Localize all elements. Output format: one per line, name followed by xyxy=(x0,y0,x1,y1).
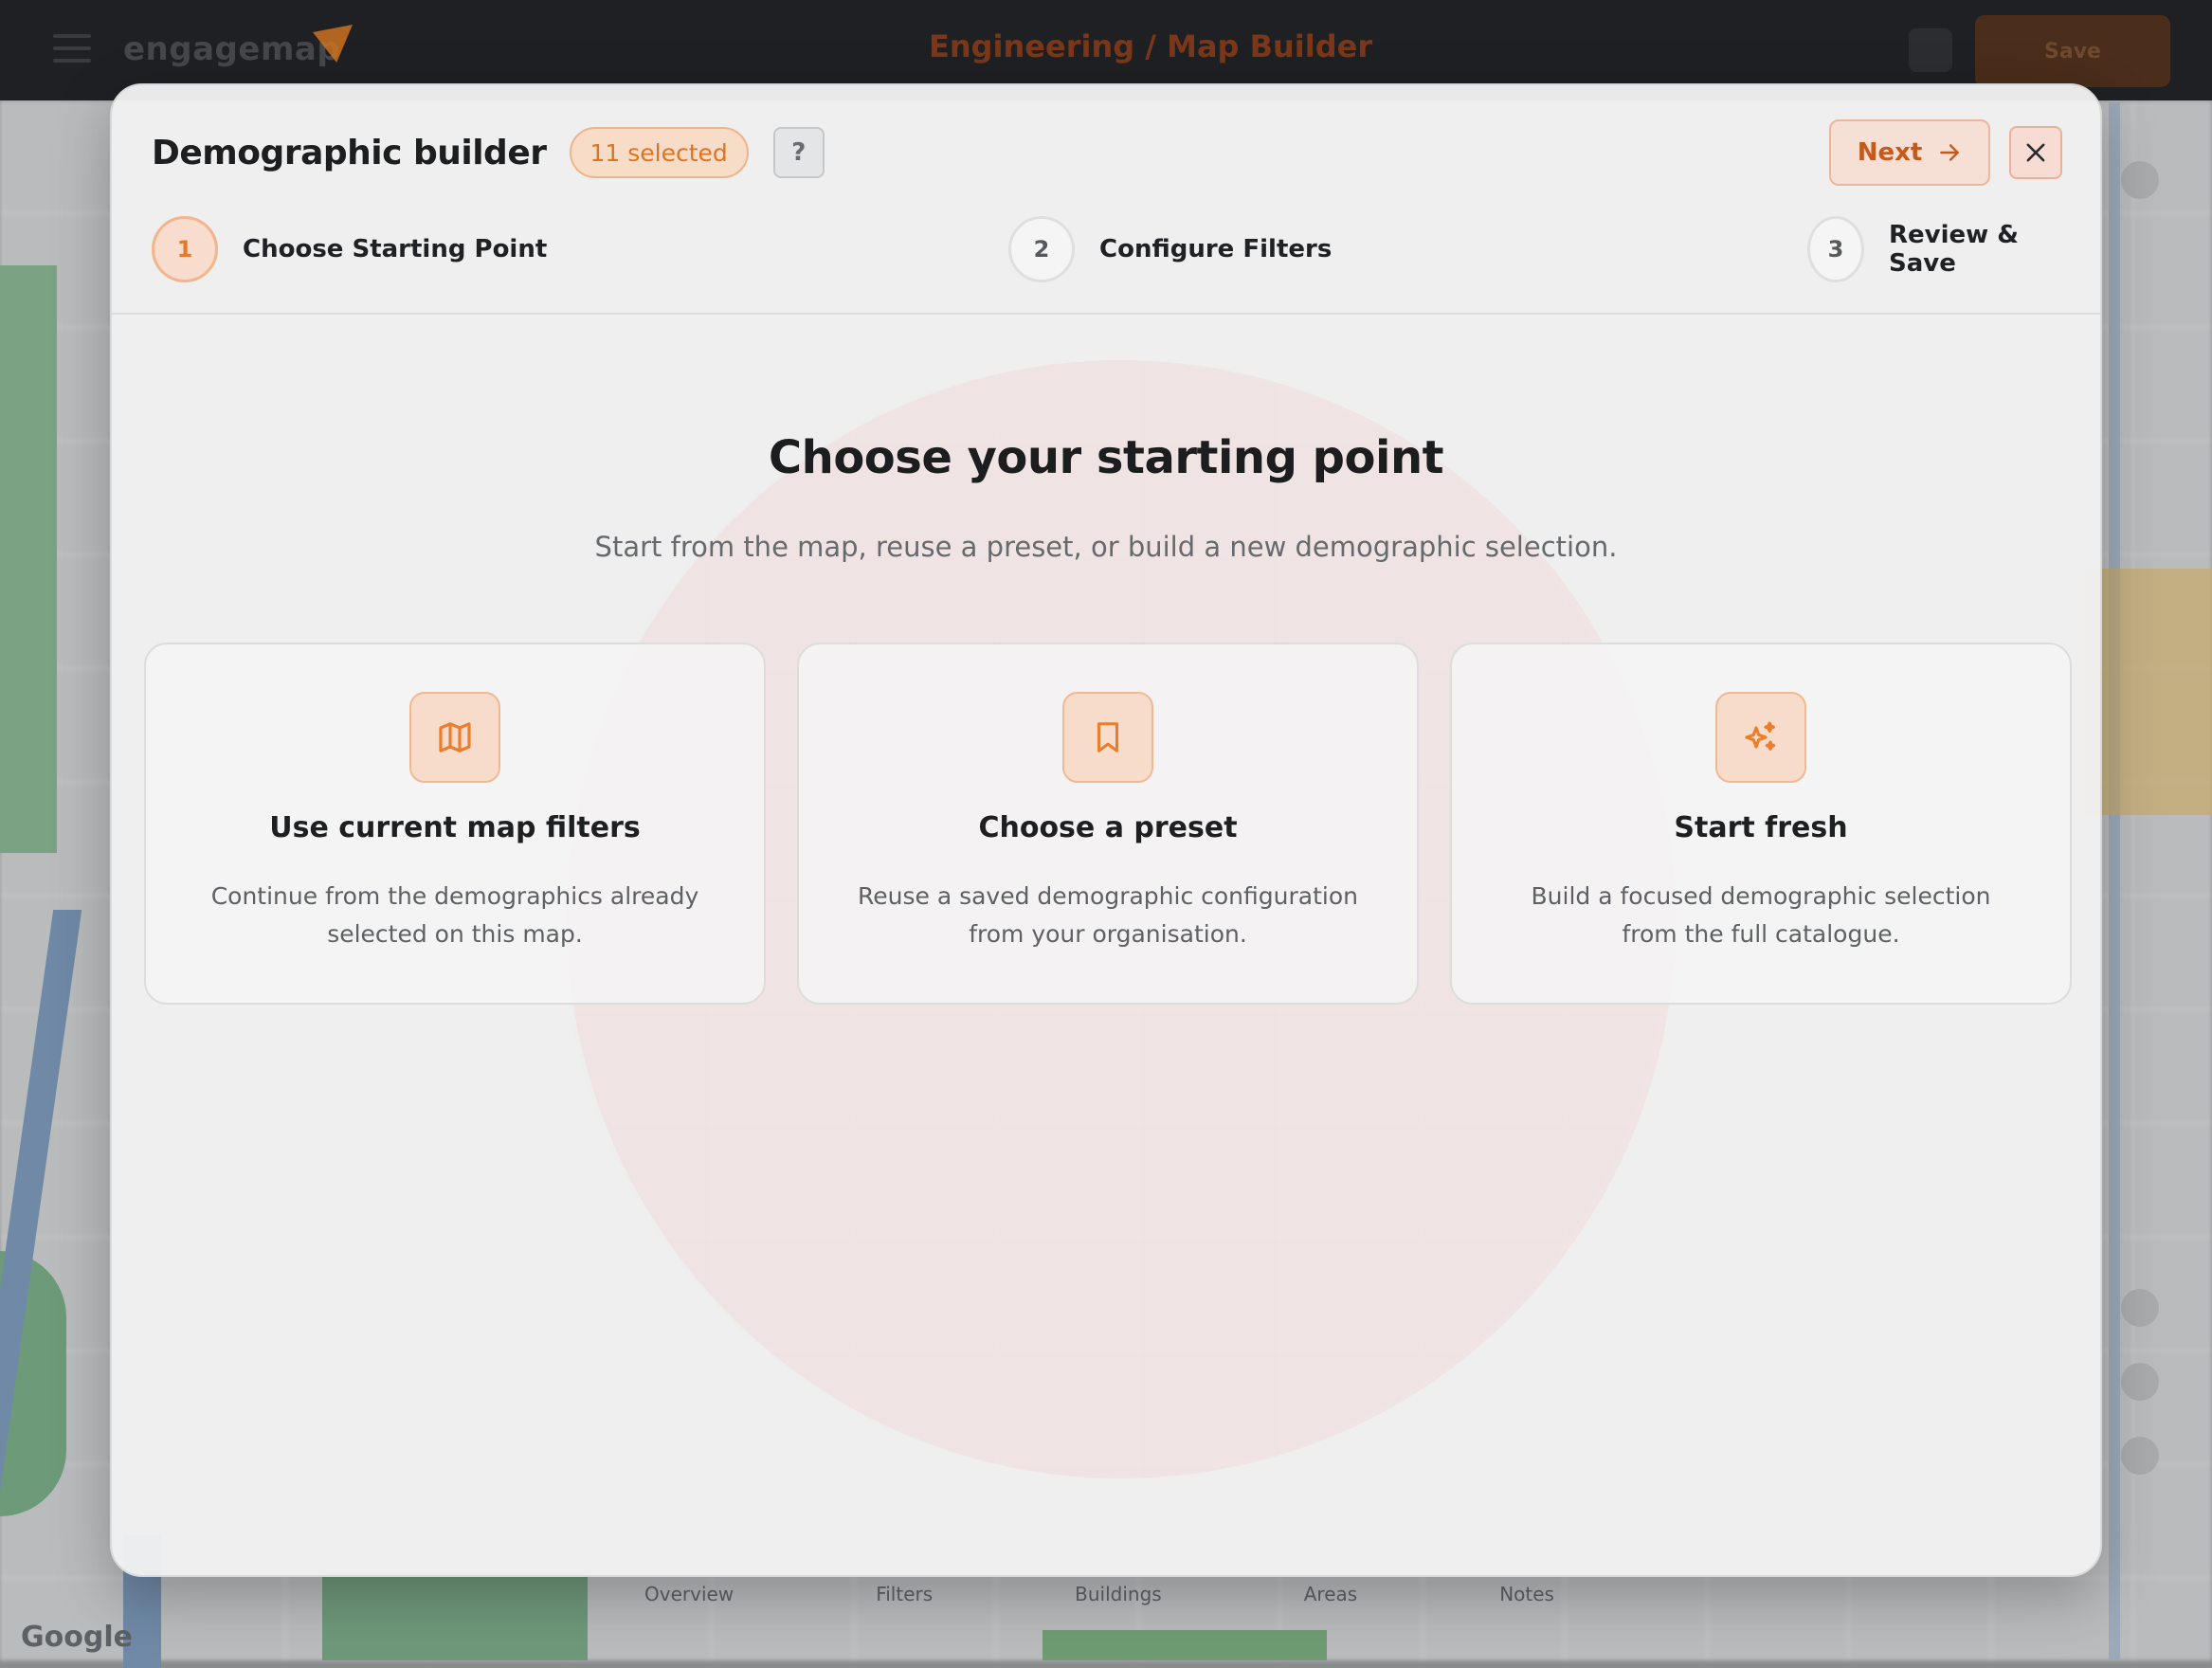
card-title: Use current map filters xyxy=(269,811,641,844)
sparkles-icon xyxy=(1715,692,1806,783)
modal-title: Demographic builder xyxy=(152,133,547,172)
map-park-area xyxy=(322,1573,588,1660)
map-park-area xyxy=(1043,1630,1327,1660)
option-card-start-fresh[interactable]: Start fresh Build a focused demographic … xyxy=(1450,643,2072,1005)
option-card-choose-preset[interactable]: Choose a preset Reuse a saved demographi… xyxy=(797,643,1419,1005)
save-button: Save xyxy=(1975,15,2170,87)
step-label: Review & Save xyxy=(1889,221,2019,278)
bookmark-icon xyxy=(1062,692,1153,783)
next-button[interactable]: Next xyxy=(1829,119,1990,186)
step-label: Configure Filters xyxy=(1099,235,1333,263)
map-tab: Buildings xyxy=(1075,1583,1162,1605)
step-label: Choose Starting Point xyxy=(243,235,548,263)
arrow-right-icon xyxy=(1940,144,1960,161)
menu-icon xyxy=(53,34,91,66)
map-tabs: Overview Filters Buildings Areas Notes xyxy=(644,1583,1554,1621)
map-park-area xyxy=(0,265,57,853)
step-number: 2 xyxy=(1008,216,1075,282)
map-compass-icon xyxy=(2121,161,2159,199)
map-road xyxy=(2109,102,2120,1660)
card-description: Continue from the demographics already s… xyxy=(210,882,699,948)
help-button[interactable]: ? xyxy=(772,127,825,178)
selected-count-badge: 11 selected xyxy=(569,127,749,178)
page-subheading: Start from the map, reuse a preset, or b… xyxy=(594,531,1618,563)
google-attribution: Google xyxy=(21,1621,133,1654)
modal-header: Demographic builder 11 selected ? Next xyxy=(152,119,2062,186)
card-description: Build a focused demographic selection fr… xyxy=(1531,882,1991,948)
next-button-label: Next xyxy=(1857,138,1923,167)
map-zoom-in-icon xyxy=(2121,1363,2159,1401)
map-tab: Notes xyxy=(1499,1583,1554,1605)
toolbar-icon-button xyxy=(1909,28,1952,72)
step-choose-starting-point[interactable]: 1 Choose Starting Point xyxy=(152,216,547,282)
app-logo: engagemap xyxy=(123,30,341,68)
page-heading: Choose your starting point xyxy=(768,431,1444,484)
card-title: Choose a preset xyxy=(978,811,1238,844)
starting-point-options: Use current map filters Continue from th… xyxy=(144,643,2072,1005)
step-review-save[interactable]: 3 Review & Save xyxy=(1807,216,2062,282)
map-tab: Areas xyxy=(1303,1583,1358,1605)
stepper: 1 Choose Starting Point 2 Configure Filt… xyxy=(152,216,2062,282)
app-title: Engineering / Map Builder xyxy=(929,28,1373,64)
map-zoom-out-icon xyxy=(2121,1437,2159,1475)
close-icon xyxy=(2026,143,2045,162)
demographic-builder-modal: Demographic builder 11 selected ? Next 1… xyxy=(110,83,2102,1577)
card-description: Reuse a saved demographic configuration … xyxy=(858,882,1358,948)
map-tab: Overview xyxy=(644,1583,734,1605)
map-highlight-area xyxy=(2085,569,2212,815)
map-tab: Filters xyxy=(876,1583,934,1605)
header-divider xyxy=(112,313,2100,315)
option-card-current-map-filters[interactable]: Use current map filters Continue from th… xyxy=(144,643,766,1005)
step-number: 3 xyxy=(1807,216,1865,282)
close-button[interactable] xyxy=(2009,126,2062,179)
step-configure-filters[interactable]: 2 Configure Filters xyxy=(1008,216,1332,282)
card-title: Start fresh xyxy=(1674,811,1848,844)
map-locate-icon xyxy=(2121,1289,2159,1327)
step-number: 1 xyxy=(152,216,218,282)
map-icon xyxy=(409,692,500,783)
